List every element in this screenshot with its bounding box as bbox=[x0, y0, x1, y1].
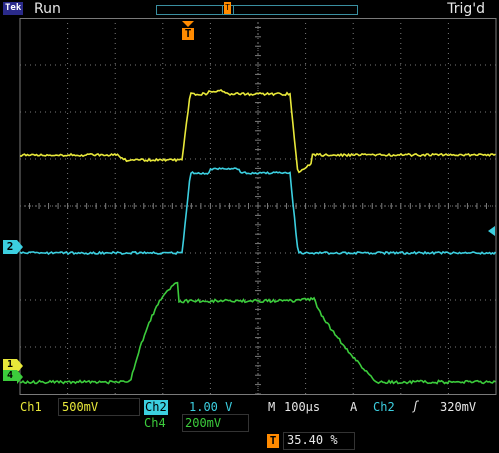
ch1-scale: 500mV bbox=[62, 400, 98, 415]
ch1-ground-marker[interactable]: 1 bbox=[3, 359, 17, 370]
trigger-mode-label: A bbox=[350, 400, 357, 415]
waveform-display bbox=[0, 18, 499, 397]
ch4-scale: 200mV bbox=[185, 416, 221, 431]
status-bar: Tek Run T Trig'd bbox=[0, 0, 499, 18]
brand-logo: Tek bbox=[3, 2, 23, 15]
run-state[interactable]: Run bbox=[34, 0, 61, 18]
trigger-position-indicator: T bbox=[224, 2, 231, 14]
trigger-state: Trig'd bbox=[447, 0, 485, 18]
trigger-slope-icon: ʃ bbox=[412, 399, 419, 414]
ch2-label[interactable]: Ch2 bbox=[144, 400, 168, 415]
ch2-scale: 1.00 V bbox=[189, 400, 232, 415]
ch2-ground-marker[interactable]: 2 bbox=[3, 240, 17, 254]
trigger-position-icon: T bbox=[267, 434, 279, 448]
record-length-bar bbox=[156, 5, 358, 15]
trigger-level[interactable]: 320mV bbox=[440, 400, 476, 415]
timebase-label: M bbox=[268, 400, 275, 415]
trigger-level-marker[interactable] bbox=[488, 226, 495, 236]
ch4-ground-marker[interactable]: 4 bbox=[3, 370, 17, 381]
trigger-source[interactable]: Ch2 bbox=[373, 400, 395, 415]
ch1-label[interactable]: Ch1 bbox=[20, 400, 42, 415]
timebase-scale[interactable]: 100µs bbox=[284, 400, 320, 415]
graticule-grid bbox=[20, 18, 496, 395]
ch4-label[interactable]: Ch4 bbox=[144, 416, 166, 431]
trigger-position-value: 35.40 % bbox=[287, 433, 338, 448]
ch2-trace bbox=[20, 168, 496, 254]
readout-panel: Ch1 500mV Ch2 1.00 V M 100µs A Ch2 ʃ 320… bbox=[0, 397, 499, 453]
